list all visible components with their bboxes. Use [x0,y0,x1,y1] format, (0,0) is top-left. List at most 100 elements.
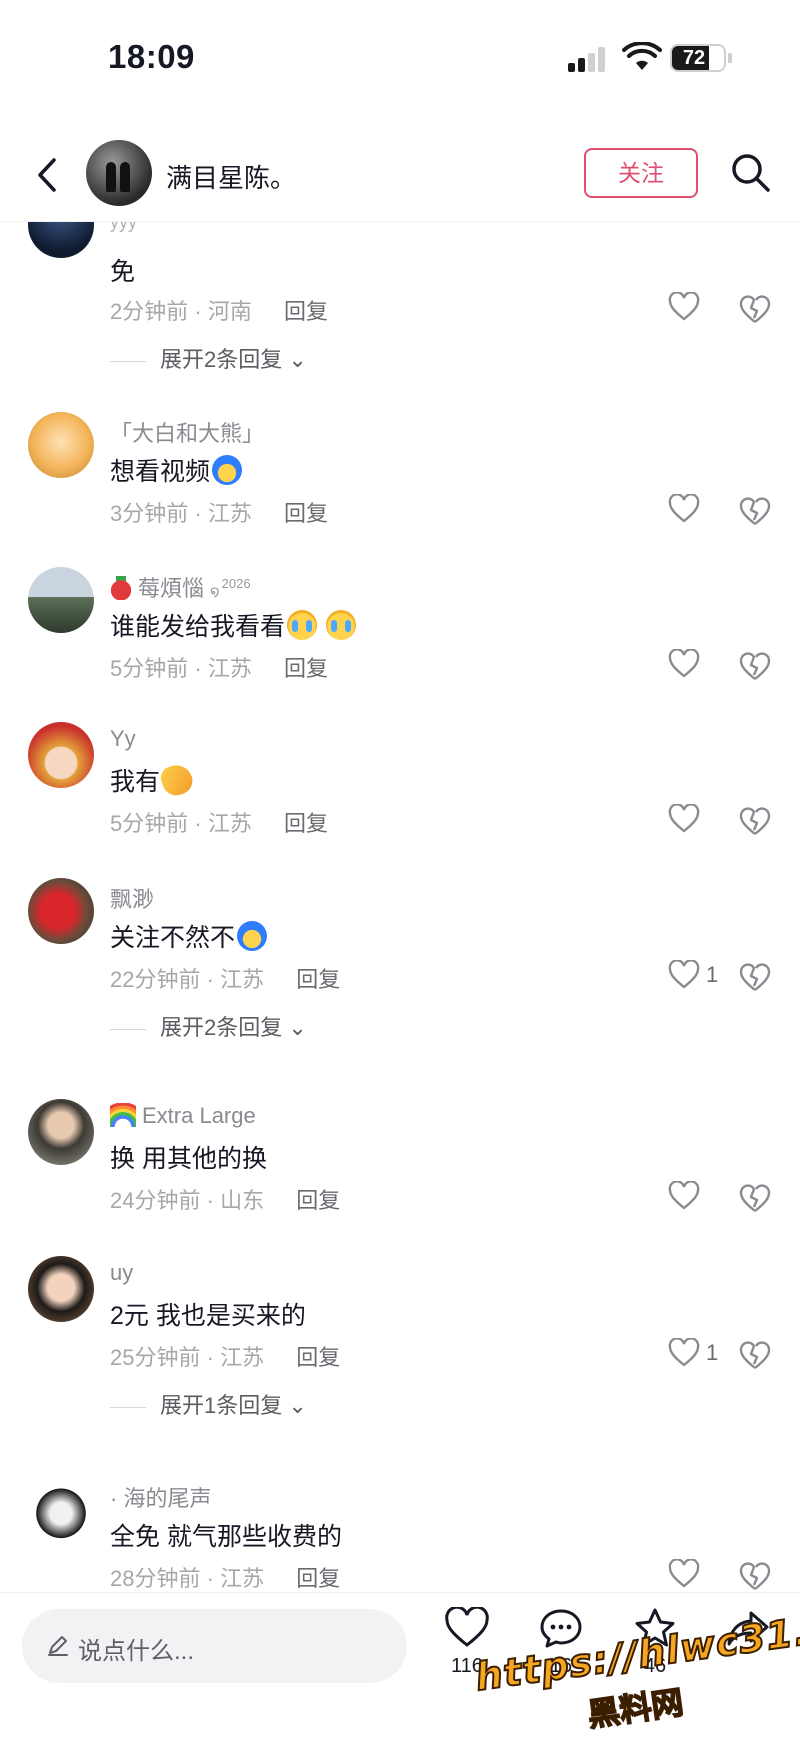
reply-button[interactable]: 回复 [284,501,328,526]
header-username[interactable]: 满目星陈。 [166,158,296,195]
chevron-down-icon: ⌄ [288,1015,307,1040]
comment-location: 江苏 [207,811,252,836]
comment-time: 22分钟前 [110,967,201,992]
like-count: 1 [706,962,719,987]
follow-button[interactable]: 关注 [584,148,698,198]
reply-button[interactable]: 回复 [296,1566,340,1591]
reply-button[interactable]: 回复 [296,1345,340,1370]
like-button[interactable] [664,645,734,685]
reply-button[interactable]: 回复 [296,1188,340,1213]
comment-meta: 2分钟前 · 河南 回复 [110,299,328,324]
comment-location: 山东 [220,1188,265,1213]
pen-icon [48,1636,68,1656]
user-badge: 2026 [221,576,251,591]
reply-button[interactable]: 回复 [284,656,328,681]
comment-text: 换 用其他的换 [110,1145,267,1173]
comment-location: 江苏 [220,1566,265,1591]
dislike-icon[interactable] [738,649,772,683]
comment-input[interactable]: 说点什么... [22,1609,407,1683]
comment-avatar[interactable] [28,878,94,944]
dislike-icon[interactable] [738,1181,772,1215]
battery-icon: 72 [670,44,726,72]
comment-username[interactable]: 飘渺 [110,882,154,914]
chevron-down-icon: ⌄ [288,347,307,372]
comment-meta: 22分钟前 · 江苏 回复 [110,967,341,992]
comment-meta: 5分钟前 · 江苏 回复 [110,811,328,836]
comment-item: 「大白和大熊」 想看视频 3分钟前 · 江苏 回复 [0,412,800,552]
dislike-icon[interactable] [738,1559,772,1592]
comment-meta: 28分钟前 · 江苏 回复 [110,1566,341,1591]
header-avatar[interactable] [86,140,152,206]
like-button[interactable]: 1 [664,956,734,996]
dislike-icon[interactable] [738,494,772,528]
like-button[interactable] [664,800,734,840]
comment-avatar[interactable] [28,222,94,258]
comment-text: 谁能发给我看看 [110,607,356,643]
comment-meta: 5分钟前 · 江苏 回复 [110,656,328,681]
comment-location: 江苏 [207,656,252,681]
comment-avatar[interactable] [28,1256,94,1322]
comment-item: 莓煩惱໑ 2026 谁能发给我看看 5分钟前 · 江苏 回复 [0,567,800,707]
heart-icon [668,292,700,321]
heart-icon [668,804,700,833]
like-count: 1 [706,1340,719,1365]
strawberry-icon [110,576,132,600]
chevron-down-icon: ⌄ [288,1393,307,1418]
like-button[interactable] [664,1555,734,1592]
comment-item: uy 2元 我也是买来的 25分钟前 · 江苏 回复 1 展开1条回复 ⌄ [0,1256,800,1436]
expand-replies[interactable]: 展开2条回复 ⌄ [110,342,307,374]
comment-username[interactable]: uy [110,1260,133,1286]
battery-cap [728,53,732,63]
comment-avatar[interactable] [28,1477,94,1543]
comment-location: 江苏 [220,967,265,992]
reply-button[interactable]: 回复 [284,811,328,836]
status-bar: 18:09 72 [0,0,800,120]
like-button[interactable] [664,490,734,530]
comment-avatar[interactable] [28,412,94,478]
comment-text: 我有 [110,760,197,800]
heart-icon [668,1181,700,1210]
comment-username[interactable]: Yy [110,726,136,752]
comment-avatar[interactable] [28,722,94,788]
comment-item: · 海的尾声 全免 就气那些收费的 28分钟前 · 江苏 回复 [0,1477,800,1592]
back-icon[interactable] [28,152,68,198]
battery-level: 72 [682,47,706,69]
dislike-icon[interactable] [738,804,772,838]
comment-avatar[interactable] [28,567,94,633]
comment-meta: 24分钟前 · 山东 回复 [110,1188,341,1213]
dislike-icon[interactable] [738,292,772,326]
heart-icon [668,960,700,989]
reply-button[interactable]: 回复 [296,967,340,992]
rainbow-icon [110,1103,136,1127]
comment-avatar[interactable] [28,1099,94,1165]
comment-username[interactable]: 「大白和大熊」 [110,416,264,448]
heart-icon [445,1607,489,1647]
expand-replies[interactable]: 展开2条回复 ⌄ [110,1010,307,1042]
comment-time: 3分钟前 [110,501,189,526]
comment-item: Yy 我有 5分钟前 · 江苏 回复 [0,722,800,862]
comment-location: 江苏 [220,1345,265,1370]
comment-username[interactable]: · 海的尾声 [110,1481,211,1513]
comment-username[interactable]: Extra Large [110,1103,256,1129]
comment-username[interactable]: yyy [110,222,137,233]
emoji-icon [237,921,268,951]
cellular-signal-icon [568,46,608,72]
comment-location: 江苏 [207,501,252,526]
comment-time: 25分钟前 [110,1345,201,1370]
profile-header: 满目星陈。 关注 [0,130,800,222]
comment-text: 全免 就气那些收费的 [110,1523,342,1551]
search-icon[interactable] [728,150,774,196]
crying-emoji-icon [325,610,356,640]
like-button[interactable] [664,288,734,328]
comment-username[interactable]: 莓煩惱໑ 2026 [110,571,251,603]
dislike-icon[interactable] [738,960,772,994]
reply-button[interactable]: 回复 [284,299,328,324]
comment-meta: 25分钟前 · 江苏 回复 [110,1345,341,1370]
comment-text: 2元 我也是买来的 [110,1302,306,1330]
dislike-icon[interactable] [738,1338,772,1372]
expand-replies[interactable]: 展开1条回复 ⌄ [110,1388,307,1420]
like-button[interactable]: 1 [664,1334,734,1374]
comment-time: 5分钟前 [110,656,189,681]
like-button[interactable] [664,1177,734,1217]
emoji-icon [212,455,243,485]
